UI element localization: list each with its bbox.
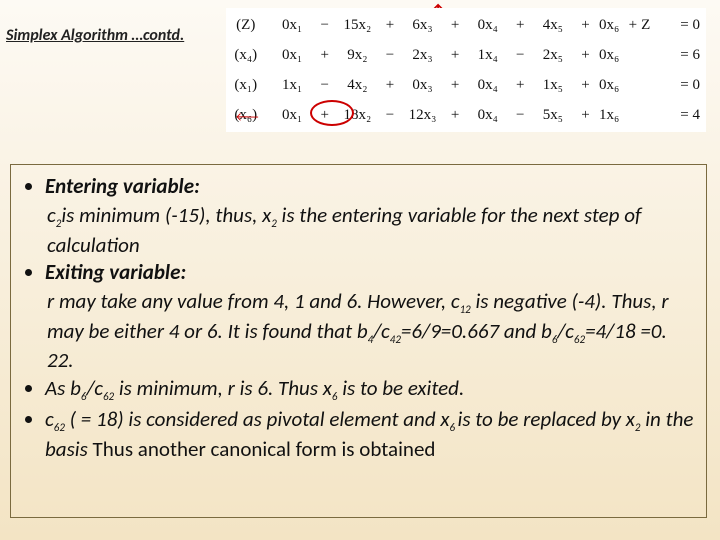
txt: =6/9=0.667 and b [401, 318, 552, 344]
op: + [580, 47, 592, 64]
txt: /c [557, 318, 574, 344]
sub: 62 [574, 333, 585, 346]
cell: 0x₆ [591, 47, 627, 64]
rhs: = 6 [653, 47, 706, 64]
bullet-pivot: c62 ( = 18) is considered as pivotal ele… [45, 406, 696, 463]
tableau-row: (x₆) 0x₁ + 18x₂ − 12x₃ + 0x₄ − 5x₅ + 1x₆… [226, 100, 706, 130]
op: − [514, 47, 526, 64]
cell: 4x₅ [526, 17, 579, 34]
cell: 0x₆ [591, 77, 627, 94]
bullet-exiting-body: r may take any value from 4, 1 and 6. Ho… [19, 288, 696, 374]
sub: 12 [460, 304, 471, 317]
sub: 62 [54, 421, 65, 434]
pivot-circle-icon [310, 100, 354, 126]
txt: c [47, 202, 56, 228]
tableau-row: (x₄) 0x₁ + 9x₂ − 2x₃ + 1x₄ − 2x₅ + 0x₆ =… [226, 40, 706, 70]
op: + [514, 77, 526, 94]
rhs: = 4 [653, 107, 706, 124]
txt: c [45, 406, 54, 432]
op: + [627, 17, 639, 34]
op: + [384, 77, 396, 94]
op: − [384, 47, 396, 64]
txt: As b [45, 375, 81, 401]
txt: is minimum, r is 6. Thus x [114, 375, 332, 401]
bullet-head: Entering variable: [45, 173, 200, 199]
op: − [319, 17, 331, 34]
txt: Thus another canonical form is obtained [93, 436, 436, 462]
op: + [449, 77, 461, 94]
rhs: = 0 [653, 17, 706, 34]
cell: 1x₆ [591, 107, 627, 124]
op: + [580, 107, 592, 124]
bullet-entering: Entering variable: [45, 173, 696, 200]
cell: 0x₆ [591, 17, 627, 34]
cell: 0x₁ [266, 47, 319, 64]
rhs: = 0 [653, 77, 706, 94]
tableau-row: (x₁) 1x₁ − 4x₂ + 0x₃ + 0x₄ + 1x₅ + 0x₆ =… [226, 70, 706, 100]
txt: is to be replaced by x [458, 406, 635, 432]
bullet-box: Entering variable: c2is minimum (-15), t… [10, 164, 707, 518]
cell: 1x₁ [266, 77, 319, 94]
page-title: Simplex Algorithm …contd. [6, 26, 184, 45]
op: + [580, 77, 592, 94]
cell: 0x₄ [461, 107, 514, 124]
simplex-tableau: (Z) 0x₁ − 15x₂ + 6x₃ + 0x₄ + 4x₅ + 0x₆ +… [226, 8, 706, 132]
cell: 0x₃ [396, 77, 449, 94]
op: + [449, 47, 461, 64]
cell: 1x₅ [526, 77, 579, 94]
slide: Simplex Algorithm …contd. ↑ (Z) 0x₁ − 15… [0, 0, 720, 540]
op: − [384, 107, 396, 124]
cell: 0x₄ [461, 17, 514, 34]
basis-label: (x₁) [226, 77, 266, 94]
cell: 12x₃ [396, 107, 449, 124]
txt: /c [86, 375, 103, 401]
cell: Z [639, 17, 653, 34]
bullet-exiting: Exiting variable: [45, 259, 696, 286]
op: + [384, 17, 396, 34]
op: + [514, 17, 526, 34]
sub: 62 [103, 390, 114, 403]
basis-label: (Z) [226, 17, 266, 34]
txt: is minimum (-15), thus, x [61, 202, 271, 228]
op: − [319, 77, 331, 94]
cell: 0x₄ [461, 77, 514, 94]
sub: 42 [390, 333, 401, 346]
op: + [449, 17, 461, 34]
cell: 5x₅ [526, 107, 579, 124]
txt: /c [373, 318, 390, 344]
op: + [319, 47, 331, 64]
txt: ( = 18) is considered as pivotal element… [65, 406, 450, 432]
cell: 2x₅ [526, 47, 579, 64]
bullet-head: Exiting variable: [45, 259, 186, 285]
bullet-entering-body: c2is minimum (-15), thus, x2 is the ente… [19, 202, 696, 259]
op: − [514, 107, 526, 124]
arrow-left-icon: ←— [236, 108, 257, 125]
cell: 1x₄ [461, 47, 514, 64]
txt: is to be exited. [337, 375, 464, 401]
basis-label: (x₄) [226, 47, 266, 64]
sub: 6 [449, 421, 457, 434]
cell: 4x₂ [331, 77, 384, 94]
op: + [449, 107, 461, 124]
txt: r may take any value from 4, 1 and 6. Ho… [47, 288, 460, 314]
cell: 0x₁ [266, 17, 319, 34]
bullet-min: As b6/c62 is minimum, r is 6. Thus x6 is… [45, 375, 696, 404]
tableau-row-z: (Z) 0x₁ − 15x₂ + 6x₃ + 0x₄ + 4x₅ + 0x₆ +… [226, 10, 706, 40]
cell: 9x₂ [331, 47, 384, 64]
cell: 2x₃ [396, 47, 449, 64]
cell: 15x₂ [331, 17, 384, 34]
op: + [580, 17, 592, 34]
cell: 6x₃ [396, 17, 449, 34]
